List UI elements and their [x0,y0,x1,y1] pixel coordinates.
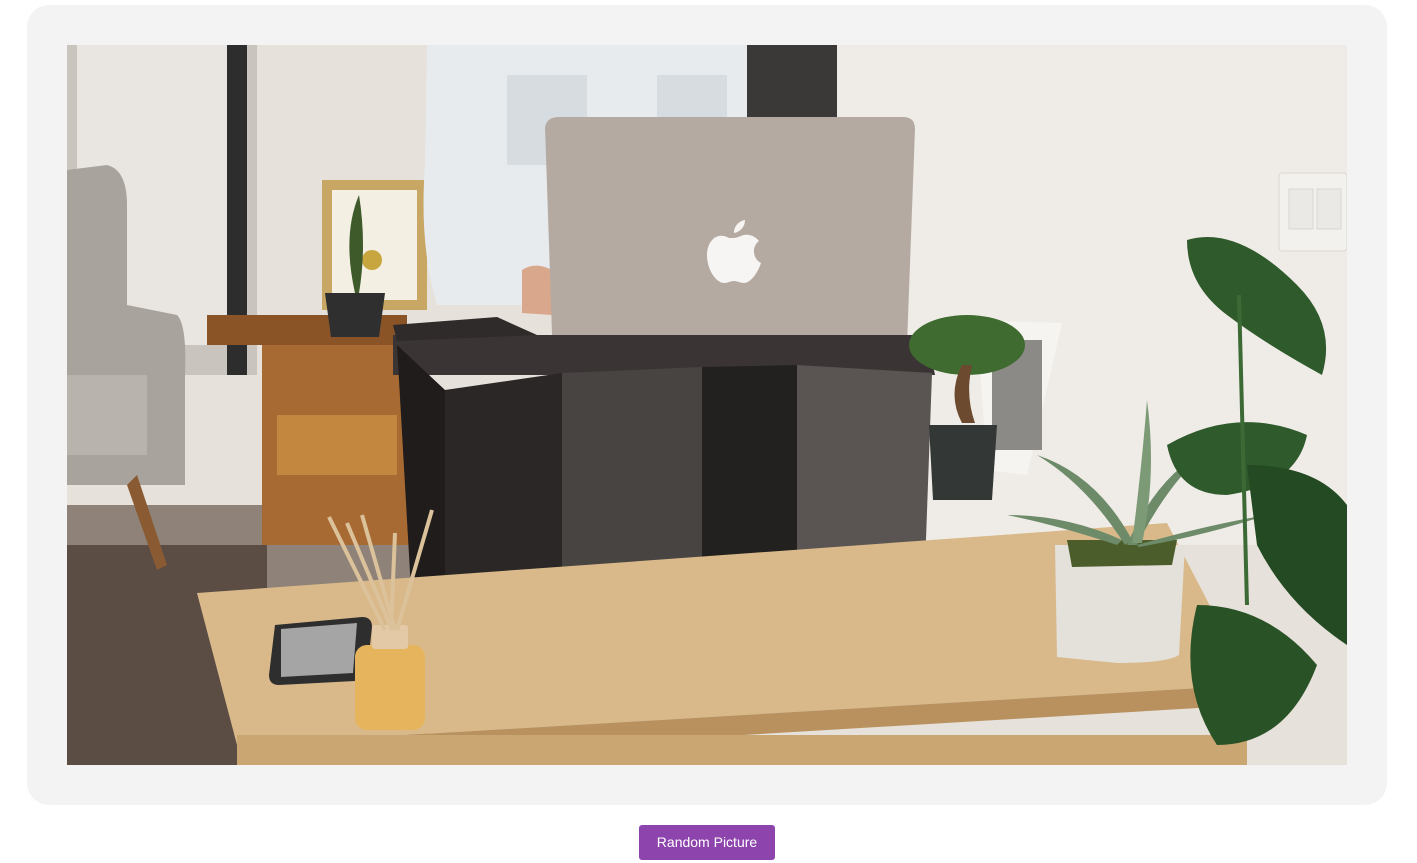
random-photo: DESKMATE [67,45,1347,765]
random-picture-button[interactable]: Random Picture [639,825,775,860]
image-card: DESKMATE [27,5,1387,805]
